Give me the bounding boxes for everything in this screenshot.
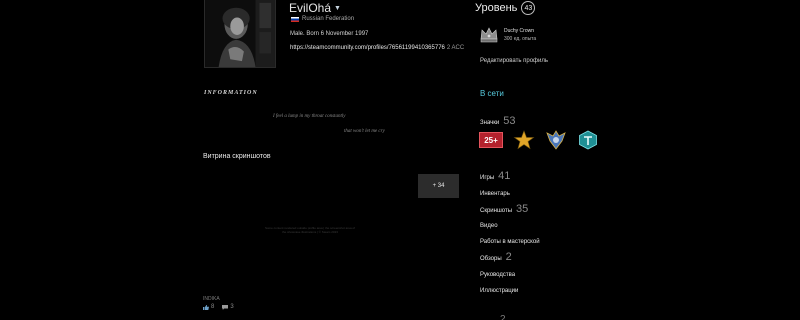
profile-url-text: https://steamcommunity.com/profiles/7656… [290, 45, 445, 51]
screenshots-link[interactable]: Скриншоты 35 [480, 203, 528, 215]
level: Уровень 43 [475, 1, 536, 15]
avatar-image [205, 0, 275, 67]
games-count: 41 [498, 170, 511, 182]
online-status: В сети [480, 89, 504, 98]
badge-row: 25+ [479, 130, 599, 150]
years-of-service-badge[interactable]: 25+ [479, 132, 503, 148]
guides-link[interactable]: Руководства [480, 272, 515, 278]
reviews-link[interactable]: Обзоры 2 [480, 251, 512, 263]
games-label: Игры [480, 175, 495, 181]
artwork-link[interactable]: Иллюстрации [480, 288, 518, 294]
likes-stat[interactable]: 8 [203, 304, 214, 310]
country: Russian Federation [291, 16, 354, 22]
screenshot-showcase-title: Витрина скриншотов [203, 153, 271, 160]
crown-badge-xp: 300 ед. опыта [504, 36, 537, 42]
chevron-down-icon[interactable]: ▼ [334, 5, 341, 12]
level-badge[interactable]: 43 [521, 1, 536, 15]
profile-url-suffix: 2 ACC [446, 45, 465, 51]
comment-icon [222, 304, 229, 310]
quote-line-1: I feel a lump in my throat constantly [273, 114, 346, 119]
reviews-count: 2 [505, 251, 512, 263]
partial-count: 2 [500, 314, 506, 320]
comment-author[interactable]: INDIKA [203, 296, 220, 302]
country-label: Russian Federation [302, 16, 355, 22]
badges-label: Значки [480, 120, 500, 126]
replies-count: 3 [230, 304, 234, 310]
badges-link[interactable]: Значки 53 [480, 115, 516, 127]
games-link[interactable]: Игры 41 [480, 170, 510, 182]
crown-icon[interactable] [480, 27, 498, 43]
avatar[interactable] [204, 0, 276, 68]
likes-count: 8 [211, 304, 215, 310]
workshop-link[interactable]: Работы в мастерской [480, 239, 540, 245]
reviews-label: Обзоры [480, 256, 502, 262]
more-screenshots-button[interactable]: + 34 [418, 174, 459, 198]
bio-line: Male. Born 6 November 1997 [290, 31, 369, 37]
badges-count: 53 [503, 115, 516, 127]
level-label: Уровень [475, 2, 518, 14]
persona-name-text: EvilOhá [289, 1, 332, 15]
crown-badge-name: Duchy Crown [504, 28, 535, 34]
russia-flag-icon [291, 16, 299, 22]
quote-line-2: that won't let me cry [344, 129, 385, 134]
persona-name[interactable]: EvilOhá ▼ [289, 1, 341, 15]
videos-link[interactable]: Видео [480, 223, 498, 229]
comment-stats: 8 3 [203, 304, 234, 310]
information-heading: INFORMATION [204, 90, 258, 96]
star-badge-icon[interactable] [513, 130, 535, 150]
thumbs-up-icon [203, 304, 209, 310]
screenshots-count: 35 [516, 203, 529, 215]
hexagon-badge-icon[interactable] [577, 130, 599, 150]
edit-profile-button[interactable]: Редактировать профиль [480, 58, 548, 64]
profile-url: https://steamcommunity.com/profiles/7656… [290, 45, 464, 51]
replies-stat[interactable]: 3 [222, 304, 234, 310]
shield-badge-icon[interactable] [545, 130, 567, 150]
fine-print: Some content rendered outside profile ar… [265, 226, 356, 234]
inventory-link[interactable]: Инвентарь [480, 191, 510, 197]
screenshots-label: Скриншоты [480, 208, 513, 214]
